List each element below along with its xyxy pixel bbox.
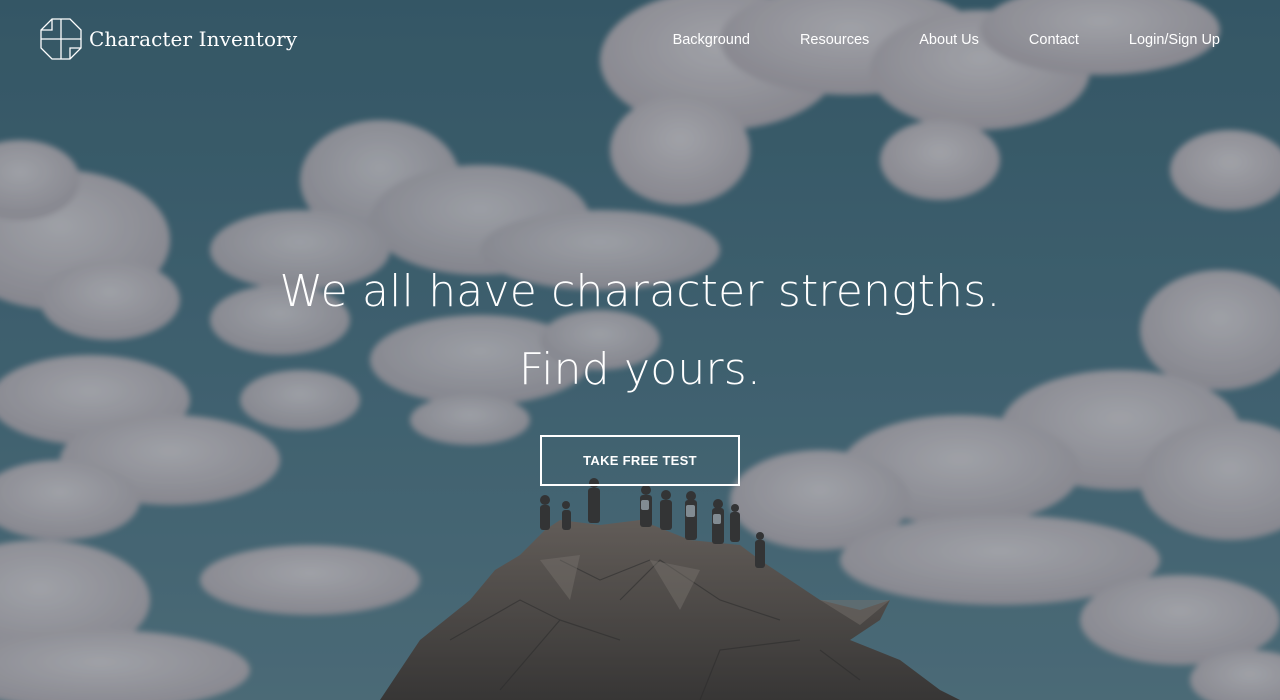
nav-item-about-us[interactable]: About Us [919, 32, 979, 48]
nav-item-resources[interactable]: Resources [800, 32, 869, 48]
site-header: Character Inventory Background Resources… [0, 0, 1280, 84]
nav-item-login-signup[interactable]: Login/Sign Up [1129, 32, 1220, 48]
hero-subheadline: Find yours. [518, 344, 762, 395]
main-nav: Background Resources About Us Contact Lo… [673, 32, 1220, 48]
brand-logo-link[interactable]: Character Inventory [40, 18, 297, 60]
nav-item-contact[interactable]: Contact [1029, 32, 1079, 48]
take-free-test-button[interactable]: TAKE FREE TEST [540, 435, 740, 486]
hero-headline: We all have character strengths. [279, 266, 1001, 317]
brand-name: Character Inventory [89, 27, 298, 51]
nav-item-background[interactable]: Background [673, 32, 750, 48]
octagon-cross-logo-icon [40, 18, 82, 60]
